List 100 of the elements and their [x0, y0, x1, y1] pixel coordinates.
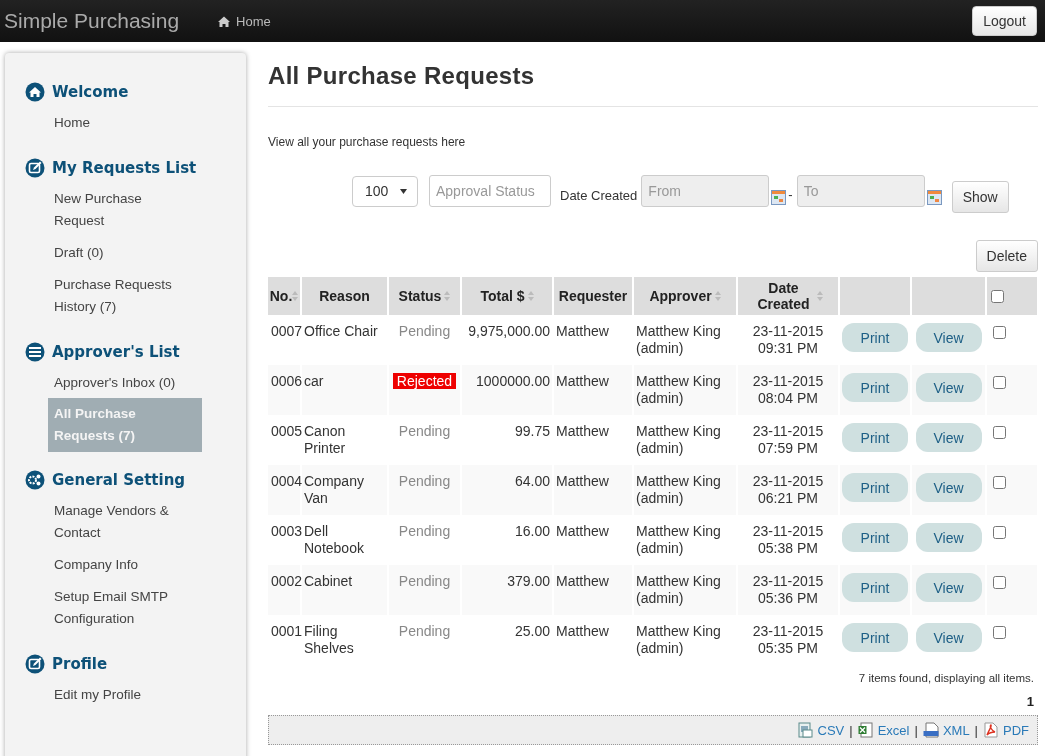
column-header[interactable]: Total $: [462, 277, 552, 315]
time-text: 05:36 PM: [757, 590, 819, 607]
table-cell-text: Office Chair: [303, 322, 379, 341]
print-button[interactable]: Print: [842, 523, 908, 552]
link-separator: |: [974, 722, 978, 738]
date-text: 23-11-2015: [751, 473, 825, 490]
column-header[interactable]: No.: [268, 277, 300, 315]
print-button[interactable]: Print: [842, 323, 908, 352]
sort-icon: [444, 291, 451, 301]
page-link[interactable]: 1: [1026, 694, 1034, 709]
date-text: 23-11-2015: [751, 423, 825, 440]
date-text: 23-11-2015: [751, 573, 825, 590]
table-cell: 0006: [268, 365, 300, 415]
table-cell-text: Matthew King (admin): [635, 422, 722, 458]
row-checkbox[interactable]: [993, 576, 1006, 589]
row-checkbox[interactable]: [993, 526, 1006, 539]
delete-button[interactable]: Delete: [975, 240, 1038, 272]
spreadsheet-icon: [797, 722, 814, 738]
print-button[interactable]: Print: [842, 573, 908, 602]
page-size-select[interactable]: 100: [352, 175, 418, 207]
view-button[interactable]: View: [915, 573, 982, 602]
list-icon: [25, 342, 45, 362]
view-button[interactable]: View: [915, 523, 982, 552]
sidebar-item[interactable]: Setup Email SMTP Configuration: [25, 586, 195, 630]
table-cell: Matthew: [554, 365, 632, 415]
column-header[interactable]: Approver: [634, 277, 736, 315]
edit-icon: [25, 158, 45, 178]
house-icon: [25, 82, 45, 102]
table-cell: Matthew: [554, 565, 632, 615]
print-button[interactable]: Print: [842, 373, 908, 402]
view-button[interactable]: View: [915, 473, 982, 502]
house-icon: [217, 14, 232, 28]
date-text: 23-11-2015: [751, 323, 825, 340]
table-cell-text: Matthew: [555, 422, 610, 441]
row-checkbox[interactable]: [993, 626, 1006, 639]
sidebar-item[interactable]: Draft (0): [25, 242, 195, 264]
table-cell: 379.00: [462, 565, 552, 615]
link-separator: |: [914, 722, 918, 738]
sidebar-item[interactable]: Edit my Profile: [25, 684, 195, 706]
print-button[interactable]: Print: [842, 623, 908, 652]
print-button[interactable]: Print: [842, 473, 908, 502]
nav-link[interactable]: Home: [217, 13, 271, 29]
table-cell-text: 0001: [270, 622, 300, 641]
sort-icon: [714, 291, 721, 301]
table-cell-text: 25.00: [513, 622, 551, 641]
table-cell: 0004: [268, 465, 300, 515]
table-cell-text: 0003: [270, 522, 300, 541]
range-separator: -: [788, 186, 793, 202]
sidebar-item[interactable]: Approver's Inbox (0): [25, 372, 195, 394]
section-heading: Approver's List: [52, 343, 180, 361]
sidebar-item[interactable]: Purchase Requests History (7): [25, 274, 195, 318]
app-title[interactable]: Simple Purchasing: [4, 9, 180, 33]
approval-status-field[interactable]: Approval Status: [429, 175, 551, 207]
time-text: 05:35 PM: [757, 640, 819, 657]
show-button[interactable]: Show: [951, 181, 1009, 213]
calendar-icon: [771, 189, 787, 205]
view-button[interactable]: View: [915, 373, 982, 402]
status-text: Pending: [398, 523, 451, 539]
table-cell-text: Matthew: [555, 522, 610, 541]
sidebar-item[interactable]: New Purchase Request: [25, 188, 195, 232]
view-button[interactable]: View: [915, 423, 982, 452]
table-cell-text: 99.75: [513, 422, 551, 441]
export-link[interactable]: Excel: [857, 722, 910, 738]
excel-file-icon: [857, 722, 874, 738]
sidebar-item[interactable]: Home: [25, 112, 195, 134]
view-button[interactable]: View: [915, 323, 982, 352]
column-header[interactable]: Status: [389, 277, 460, 315]
time-text: 09:31 PM: [757, 340, 819, 357]
table-cell: 0002: [268, 565, 300, 615]
export-link[interactable]: PDF: [983, 722, 1029, 738]
status-badge: Rejected: [392, 373, 457, 389]
table-cell: Company Van: [302, 465, 387, 515]
table-cell-text: 0005: [270, 422, 300, 441]
section-heading: Profile: [52, 655, 108, 673]
table-cell: 1000000.00: [462, 365, 552, 415]
column-header[interactable]: Date Created: [738, 277, 838, 315]
row-checkbox[interactable]: [993, 326, 1006, 339]
export-link[interactable]: CSV: [797, 722, 845, 738]
row-checkbox[interactable]: [993, 376, 1006, 389]
logout-button[interactable]: Logout: [972, 6, 1037, 36]
filter-label: Date Created: [560, 187, 638, 203]
edit-icon: [25, 654, 45, 674]
view-button[interactable]: View: [915, 623, 982, 652]
date-text: 23-11-2015: [751, 623, 825, 640]
sidebar-item[interactable]: Manage Vendors & Contact: [25, 500, 195, 544]
link-separator: |: [849, 722, 853, 738]
sort-icon: [816, 291, 823, 301]
export-link[interactable]: XML: [922, 722, 970, 738]
status-text: Pending: [398, 473, 451, 489]
table-cell: Matthew King (admin): [634, 465, 736, 515]
row-checkbox[interactable]: [993, 476, 1006, 489]
print-button[interactable]: Print: [842, 423, 908, 452]
row-checkbox[interactable]: [993, 426, 1006, 439]
table-cell-text: Canon Printer: [303, 422, 347, 458]
page-description: View all your purchase requests here: [268, 135, 467, 149]
table-cell-text: Matthew King (admin): [635, 322, 722, 358]
select-all-checkbox[interactable]: [991, 289, 1004, 303]
table-cell: car: [302, 365, 387, 415]
sidebar-item[interactable]: Company Info: [25, 554, 195, 576]
time-text: 06:21 PM: [757, 490, 819, 507]
